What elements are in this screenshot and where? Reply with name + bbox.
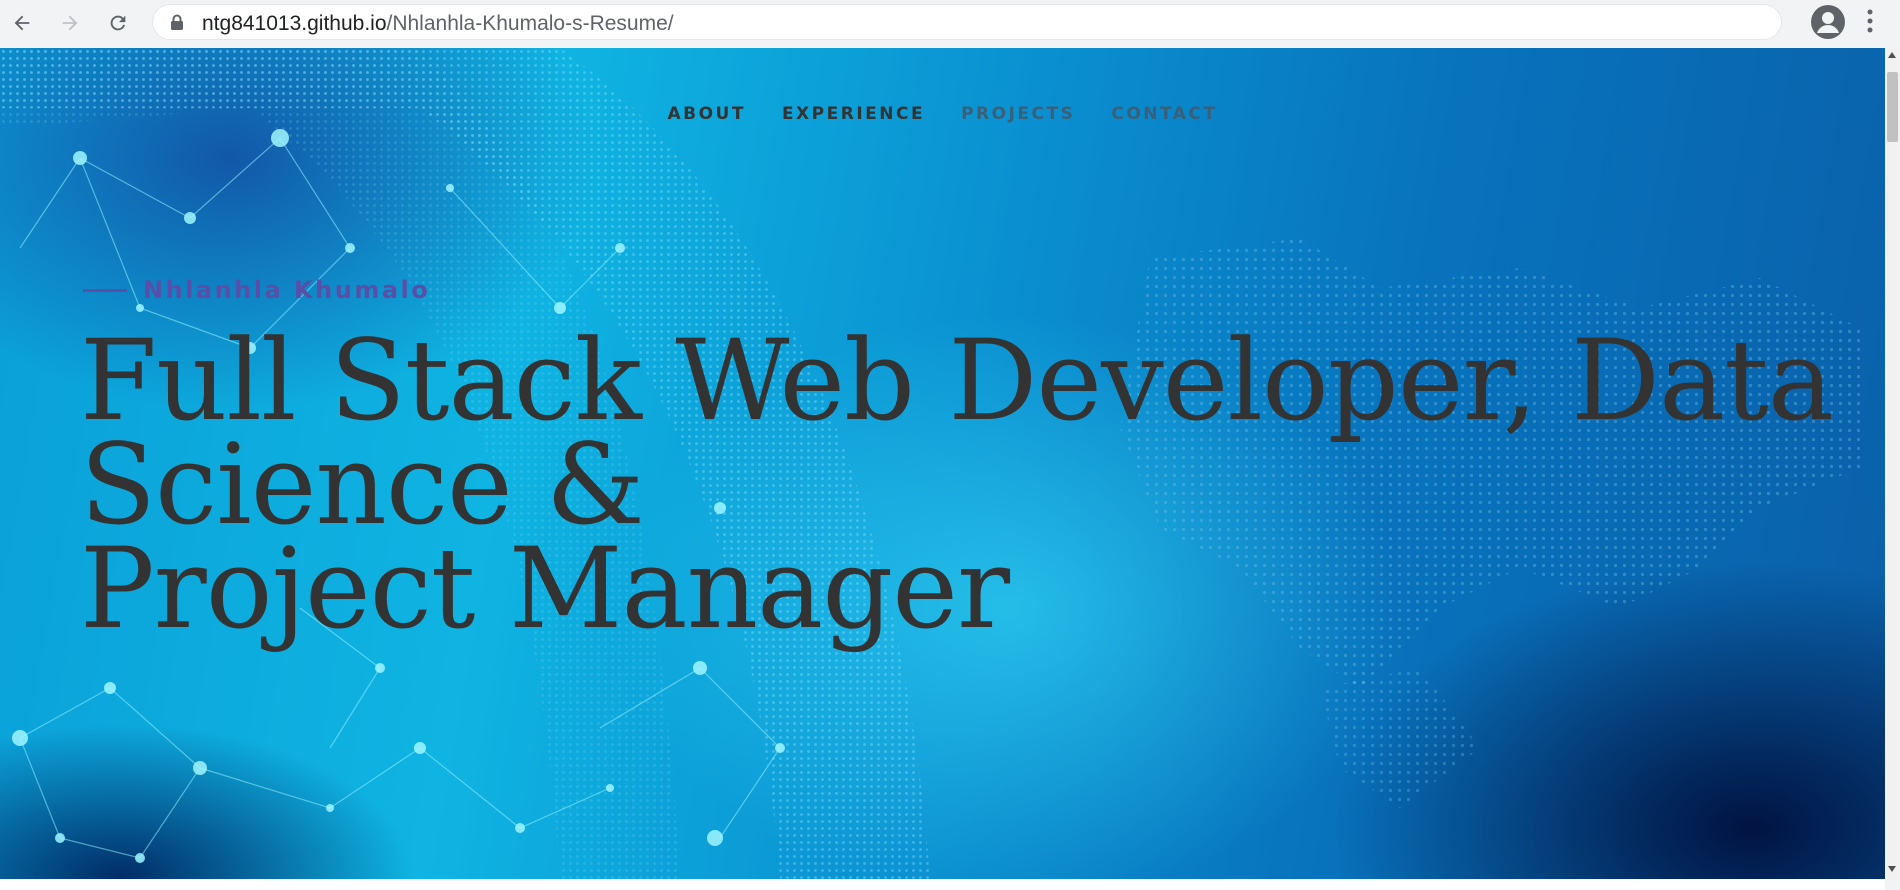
nav-experience[interactable]: EXPERIENCE [782, 104, 925, 124]
url-text: ntg841013.github.io/Nhlanhla-Khumalo-s-R… [202, 12, 674, 36]
reload-icon[interactable] [104, 9, 132, 37]
profile-icon[interactable] [1810, 4, 1846, 40]
nav-projects[interactable]: PROJECTS [961, 104, 1075, 124]
back-icon[interactable] [8, 9, 36, 37]
forward-icon[interactable] [56, 9, 84, 37]
url-path: /Nhlanhla-Khumalo-s-Resume/ [386, 12, 674, 35]
scroll-up-arrow-icon[interactable] [1888, 52, 1896, 58]
accent-line [83, 288, 127, 292]
hero-name: Nhlanhla Khumalo [143, 276, 431, 304]
page-scrollbar[interactable] [1885, 48, 1900, 879]
scrollbar-thumb[interactable] [1887, 72, 1898, 142]
nav-contact[interactable]: CONTACT [1111, 104, 1217, 124]
next-section-edge [0, 879, 1885, 890]
hero-headline: Full Stack Web Developer, Data Science &… [80, 317, 1860, 654]
headline-line-2: Science & [80, 421, 645, 550]
hero-section: ABOUT EXPERIENCE PROJECTS CONTACT Nhlanh… [0, 48, 1885, 879]
nav-about[interactable]: ABOUT [667, 104, 745, 124]
headline-line-1: Full Stack Web Developer, Data [80, 317, 1834, 446]
browser-toolbar: ntg841013.github.io/Nhlanhla-Khumalo-s-R… [0, 0, 1900, 48]
hero-eyebrow: Nhlanhla Khumalo [83, 276, 430, 304]
url-host: ntg841013.github.io [202, 12, 387, 35]
menu-icon[interactable] [1866, 8, 1874, 39]
address-bar[interactable]: ntg841013.github.io/Nhlanhla-Khumalo-s-R… [152, 4, 1782, 40]
scroll-down-arrow-icon[interactable] [1888, 866, 1896, 872]
headline-line-3: Project Manager [80, 525, 1010, 654]
lock-icon [170, 14, 184, 35]
site-nav: ABOUT EXPERIENCE PROJECTS CONTACT [0, 104, 1885, 124]
